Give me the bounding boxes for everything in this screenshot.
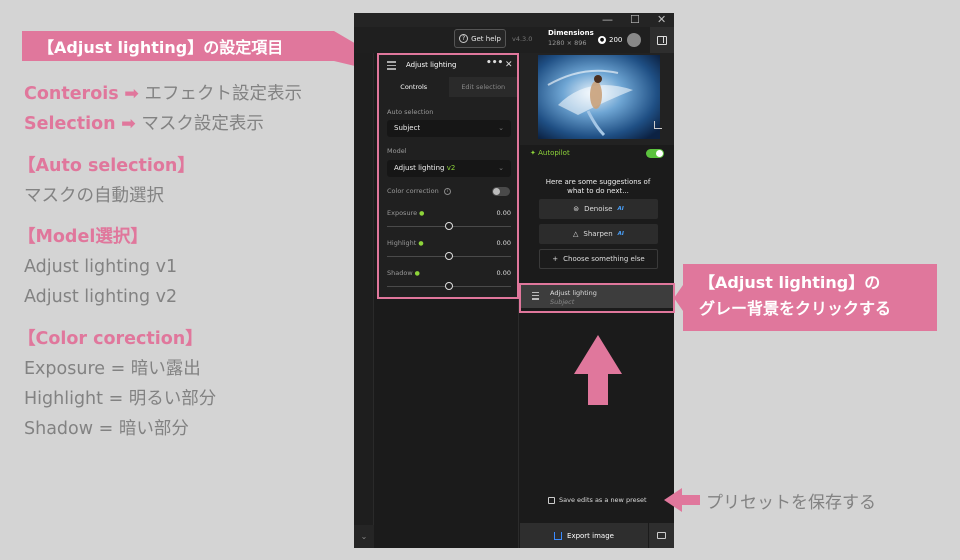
panel-toggle-button[interactable] [650,27,674,53]
get-help-button[interactable]: ? Get help [454,29,506,48]
version-label: v4.3.0 [512,35,533,43]
sharpen-button[interactable]: △ Sharpen AI [539,224,658,244]
ai-badge: AI [617,231,624,237]
autopilot-toggle[interactable] [646,149,664,158]
right-arrow-icon: ➡ [124,84,139,104]
plus-icon: + [552,255,559,263]
denoise-button[interactable]: ⊜ Denoise AI [539,199,658,219]
choose-something-else-button[interactable]: + Choose something else [539,249,658,269]
annotation-title: 【Adjust lighting】の設定項目 [38,38,284,57]
image-settings-icon [657,532,666,539]
controls-desc: エフェクト設定表示 [144,84,302,104]
controls-term: Conterois [24,84,119,104]
callout-line-1: 【Adjust lighting】の [699,273,881,292]
callout-line-2: グレー背景をクリックする [699,299,892,318]
crop-icon[interactable] [654,121,662,129]
export-settings-button[interactable] [649,523,674,548]
export-icon [554,531,563,540]
exposure-desc: Exposure = 暗い露出 [24,359,201,379]
export-image-button[interactable]: Export image [520,523,648,548]
model-v1-text: Adjust lighting v1 [24,257,178,277]
save-preset-button[interactable]: Save edits as a new preset [548,496,647,504]
selection-term: Selection [24,114,116,134]
denoise-icon: ⊜ [573,205,580,213]
avatar[interactable] [627,33,642,47]
model-heading: 【Model選択】 [18,227,148,247]
sidebar-panel-icon [657,35,667,45]
auto-selection-desc: マスクの自動選択 [24,186,164,206]
color-correction-heading: 【Color corection】 [18,329,203,349]
question-icon: ? [459,34,469,43]
model-v2-text: Adjust lighting v2 [24,287,178,307]
auto-selection-heading: 【Auto selection】 [18,156,195,176]
autopilot-label: ✦ Autopilot [530,149,570,157]
minimize-button[interactable]: — [602,13,613,26]
suggestions-text: Here are some suggestions of what to do … [545,178,651,195]
annotation-selection-line: Selection ➡ マスク設定表示 [24,109,264,139]
right-arrow-icon: ➡ [121,114,136,134]
save-preset-note: プリセットを保存する [706,493,876,513]
highlight-desc: Highlight = 明るい部分 [24,389,217,409]
layer-row-highlight [519,283,675,313]
preview-image-thumbnail [538,55,660,139]
title-bar [354,13,674,27]
preset-icon [548,496,555,504]
close-window-button[interactable]: ✕ [657,13,666,26]
chevron-down-icon[interactable]: ⌄ [354,525,374,548]
maximize-button[interactable]: ☐ [630,13,640,26]
credits-badge[interactable]: ● 200 [598,33,642,47]
image-preview[interactable] [538,55,660,139]
coin-icon: ● [598,36,606,44]
adjust-panel-highlight [377,53,519,299]
shadow-desc: Shadow = 暗い部分 [24,419,189,439]
selection-desc: マスク設定表示 [141,114,264,134]
ai-badge: AI [617,206,624,212]
sharpen-icon: △ [573,230,579,238]
layer-row-callout: 【Adjust lighting】の グレー背景をクリックする [683,264,937,331]
annotation-controls-line: Conterois ➡ エフェクト設定表示 [24,79,302,109]
annotation-title-banner: 【Adjust lighting】の設定項目 [22,31,334,61]
left-column [354,53,374,548]
dimensions-info: Dimensions 1280 × 896 [548,29,594,47]
